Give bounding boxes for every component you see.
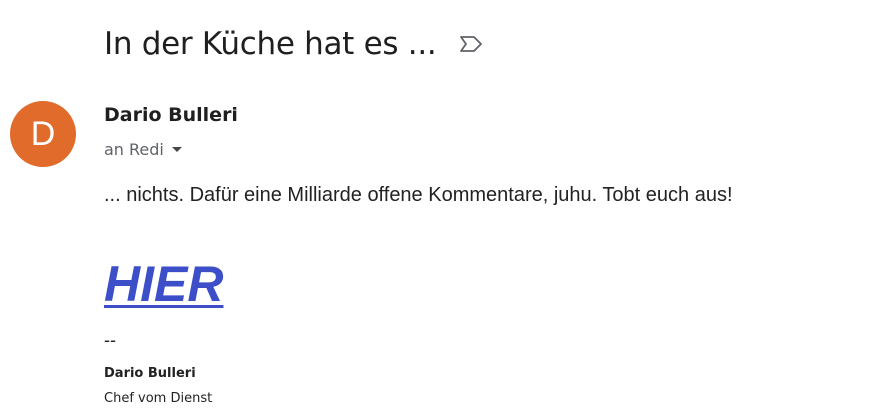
recipients-dropdown[interactable]: an Redi (104, 140, 182, 159)
signature-separator: -- (104, 330, 116, 350)
subject-row: In der Küche hat es ... (104, 22, 484, 66)
recipients-label: an Redi (104, 140, 164, 159)
message-body-text: ... nichts. Dafür eine Milliarde offene … (104, 184, 733, 206)
signature-name: Dario Bulleri (104, 366, 196, 381)
label-icon[interactable] (458, 33, 484, 55)
sender-avatar[interactable]: D (10, 101, 76, 167)
sender-name[interactable]: Dario Bulleri (104, 104, 238, 126)
caret-down-icon (171, 147, 182, 152)
avatar-initial: D (30, 114, 56, 153)
signature-role: Chef vom Dienst (104, 391, 213, 406)
hier-link[interactable]: HIER (104, 255, 223, 313)
email-subject: In der Küche hat es ... (104, 26, 437, 62)
